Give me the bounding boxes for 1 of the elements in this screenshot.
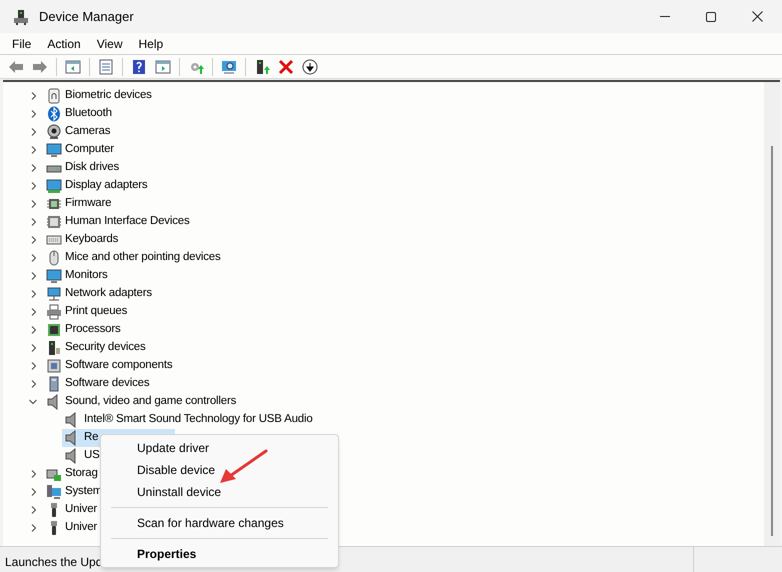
window-title: Device Manager (39, 8, 134, 26)
